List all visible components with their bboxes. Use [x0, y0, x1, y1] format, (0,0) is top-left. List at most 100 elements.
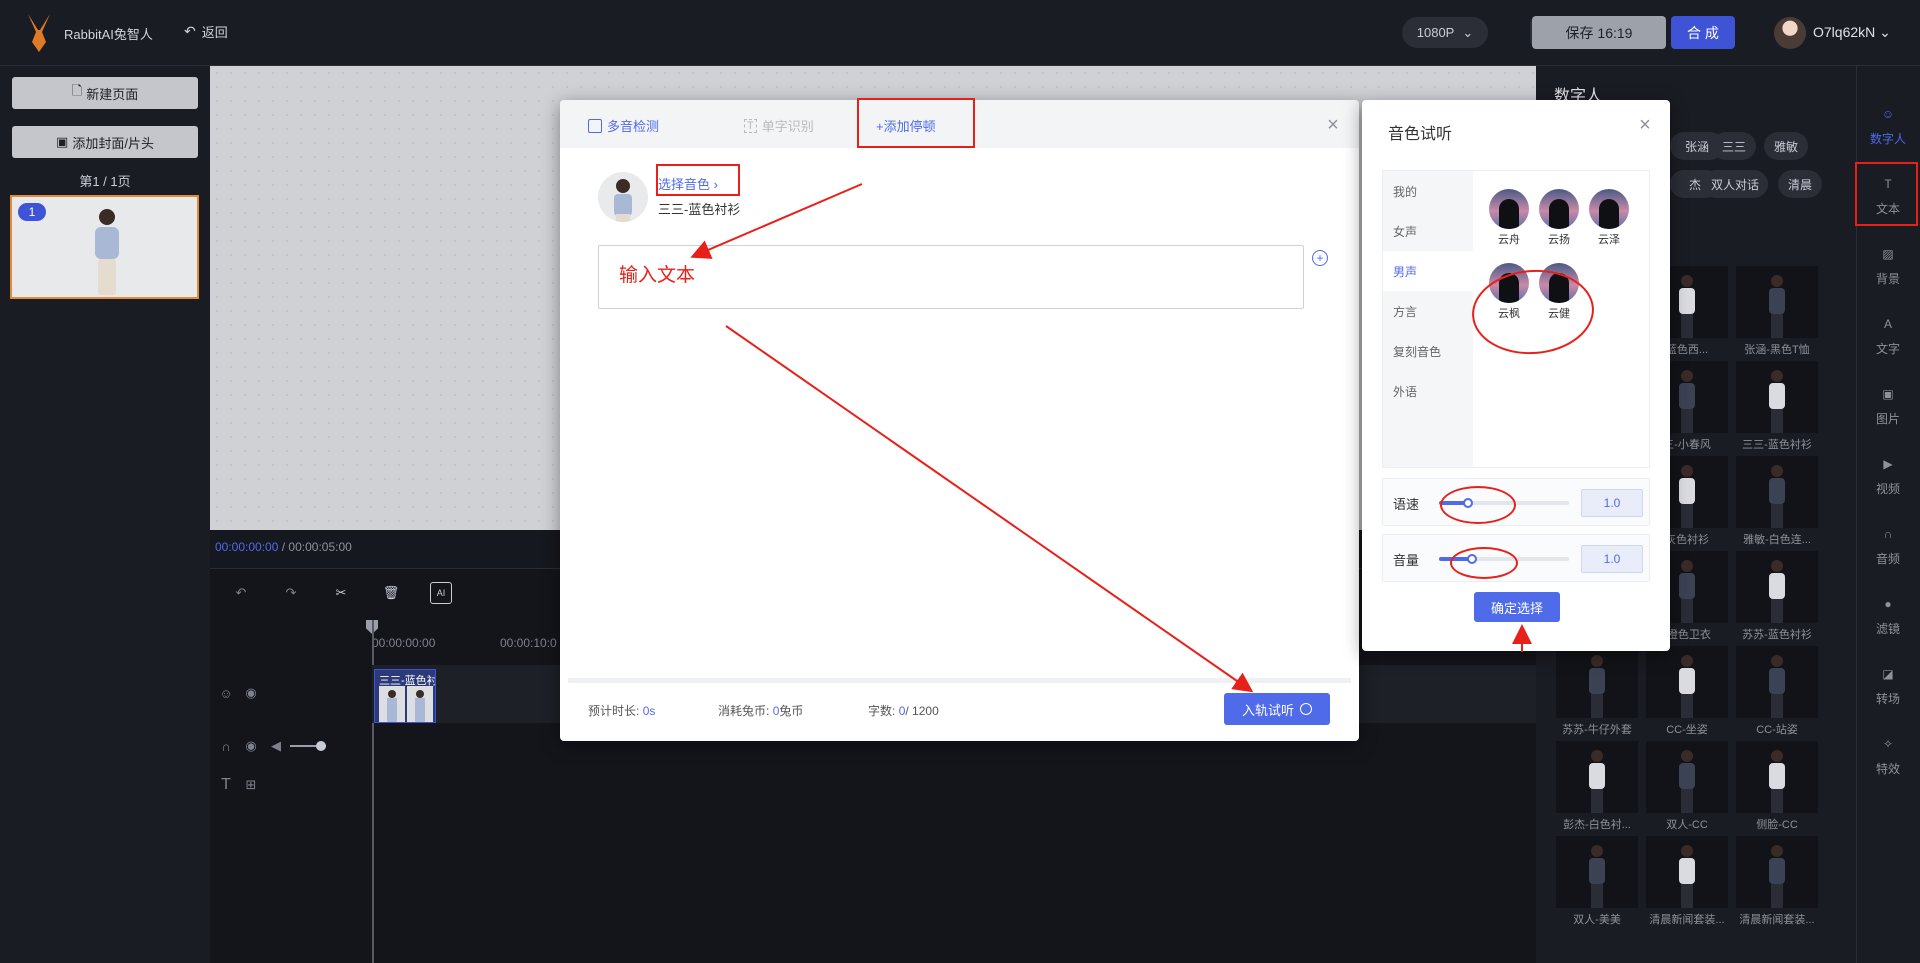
library-item-label: 侧脸-CC	[1756, 819, 1798, 831]
library-item[interactable]: 苏苏-蓝色衬衫	[1736, 551, 1818, 641]
speaker-icon[interactable]: ◀	[265, 735, 287, 757]
compose-button[interactable]: 合 成	[1671, 16, 1735, 49]
avatar-clip[interactable]: 三三-蓝色衬	[374, 669, 436, 723]
voice-option[interactable]: 云扬	[1537, 189, 1581, 247]
volume-value[interactable]: 1.0	[1581, 545, 1643, 573]
add-cover-button[interactable]: ▣ 添加封面/片头	[12, 126, 198, 158]
cost-label: 消耗兔币:	[718, 704, 770, 718]
transition-icon: ◪	[1882, 666, 1894, 681]
library-item[interactable]: 张涵-黑色T恤	[1736, 266, 1818, 356]
track-volume-knob[interactable]	[316, 741, 326, 751]
new-page-button[interactable]: 🗋 新建页面	[12, 77, 198, 109]
library-item-label: 清晨新闻套装...	[1739, 914, 1815, 926]
back-button[interactable]: ↶ 返回	[184, 22, 228, 41]
rail-item-background[interactable]: ▨ 背景	[1856, 232, 1920, 298]
rail-item-digital-human[interactable]: ☺ 数字人	[1856, 92, 1920, 158]
rail-item-audio[interactable]: ∩ 音频	[1856, 512, 1920, 578]
voice-avatar	[598, 172, 648, 222]
library-item[interactable]: 双人-CC	[1646, 741, 1728, 831]
library-item[interactable]: CC-坐姿	[1646, 646, 1728, 736]
library-item[interactable]: 雅敏-白色连...	[1736, 456, 1818, 546]
trash-icon[interactable]: 🗑	[380, 582, 402, 604]
scissors-icon[interactable]: ✂	[330, 582, 352, 604]
checkbox-icon	[588, 118, 602, 133]
cost-unit: 兔币	[779, 704, 804, 718]
rail-item-label: 转场	[1875, 691, 1900, 706]
annotation-ellipse	[1450, 547, 1518, 579]
total-time: 00:00:05:00	[288, 540, 352, 554]
filter-chip[interactable]: 雅敏	[1764, 132, 1808, 160]
add-to-track-button[interactable]: 入轨试听	[1224, 693, 1330, 725]
library-thumbnail	[1736, 741, 1818, 813]
voice-avatar-icon	[1539, 189, 1579, 229]
add-text-icon[interactable]: ⊞	[240, 774, 262, 796]
voice-option[interactable]: 云泽	[1587, 189, 1631, 247]
voice-category[interactable]: 男声	[1383, 251, 1473, 291]
voice-category[interactable]: 复刻音色	[1383, 331, 1473, 371]
page-thumbnail[interactable]: 1	[10, 195, 199, 299]
eye-icon[interactable]: ◉	[240, 682, 262, 704]
avatar[interactable]	[1774, 17, 1806, 49]
rail-item-filter[interactable]: ● 滤镜	[1856, 582, 1920, 648]
ai-image-icon[interactable]: AI	[430, 582, 452, 604]
rail-item-letter[interactable]: A 文字	[1856, 302, 1920, 368]
library-thumbnail	[1646, 646, 1728, 718]
tab-single-char[interactable]: T 单字识别	[744, 116, 814, 135]
rail-item-label: 数字人	[1869, 131, 1906, 146]
add-paragraph-icon[interactable]: +	[1312, 250, 1328, 266]
voice-category[interactable]: 外语	[1383, 371, 1473, 411]
est-label: 预计时长:	[588, 704, 640, 718]
annotation-box	[1855, 162, 1918, 226]
headphones-icon: ∩	[221, 738, 231, 754]
filter-chip[interactable]: 清晨	[1778, 170, 1822, 198]
save-button[interactable]: 保存 16:19	[1532, 16, 1666, 49]
coin-cost: 消耗兔币: 0兔币	[718, 702, 803, 719]
library-item[interactable]: 双人-美美	[1556, 836, 1638, 926]
library-thumbnail	[1646, 741, 1728, 813]
library-thumbnail	[1736, 456, 1818, 528]
script-text-input[interactable]: 输入文本	[598, 245, 1304, 309]
library-item[interactable]: CC-站姿	[1736, 646, 1818, 736]
back-arrow-icon: ↶	[184, 23, 196, 39]
voice-category[interactable]: 方言	[1383, 291, 1473, 331]
image-icon: ▣	[1882, 386, 1894, 401]
rail-item-image[interactable]: ▣ 图片	[1856, 372, 1920, 438]
library-item[interactable]: 清晨新闻套装...	[1646, 836, 1728, 926]
video-icon: ▶	[1883, 456, 1893, 471]
redo-icon[interactable]: ↷	[280, 582, 302, 604]
back-label: 返回	[201, 25, 228, 40]
voice-category[interactable]: 我的	[1383, 171, 1473, 211]
app-name: RabbitAI兔智人	[64, 27, 153, 42]
library-item[interactable]: 苏苏-牛仔外套	[1556, 646, 1638, 736]
annotation-box	[656, 164, 740, 196]
username[interactable]: O7lq62kN ⌄	[1813, 24, 1891, 41]
library-item-label: 苏苏-牛仔外套	[1562, 724, 1632, 736]
library-item[interactable]: 三三-蓝色衬衫	[1736, 361, 1818, 451]
library-thumbnail	[1736, 836, 1818, 908]
tab-polyphone[interactable]: 多音检测	[588, 116, 659, 135]
clip-frames-icon	[379, 686, 433, 722]
voice-option[interactable]: 云舟	[1487, 189, 1531, 247]
rail-item-transition[interactable]: ◪ 转场	[1856, 652, 1920, 718]
tab-polyphone-label: 多音检测	[607, 119, 660, 134]
rail-item-label: 特效	[1875, 761, 1900, 776]
filter-chip[interactable]: 双人对话	[1702, 170, 1768, 198]
voice-category[interactable]: 女声	[1383, 211, 1473, 251]
confirm-selection-button[interactable]: 确定选择	[1474, 592, 1560, 622]
undo-icon[interactable]: ↶	[230, 582, 252, 604]
library-item-label: 三三-蓝色衬衫	[1742, 439, 1812, 451]
library-item[interactable]: 清晨新闻套装...	[1736, 836, 1818, 926]
eye-icon[interactable]: ◉	[240, 735, 262, 757]
library-item[interactable]: 彭杰-白色衬...	[1556, 741, 1638, 831]
close-icon[interactable]: ×	[1324, 114, 1342, 136]
resolution-select[interactable]: 1080P ⌄	[1402, 17, 1488, 48]
speed-value[interactable]: 1.0	[1581, 489, 1643, 517]
library-thumbnail	[1556, 836, 1638, 908]
close-icon[interactable]: ×	[1636, 114, 1654, 136]
library-item-label: CC-坐姿	[1666, 724, 1708, 736]
library-item[interactable]: 侧脸-CC	[1736, 741, 1818, 831]
rail-item-video[interactable]: ▶ 视频	[1856, 442, 1920, 508]
rail-item-effects[interactable]: ✧ 特效	[1856, 722, 1920, 788]
filter-chip[interactable]: 三三	[1712, 132, 1756, 160]
resolution-value: 1080P	[1416, 25, 1455, 40]
